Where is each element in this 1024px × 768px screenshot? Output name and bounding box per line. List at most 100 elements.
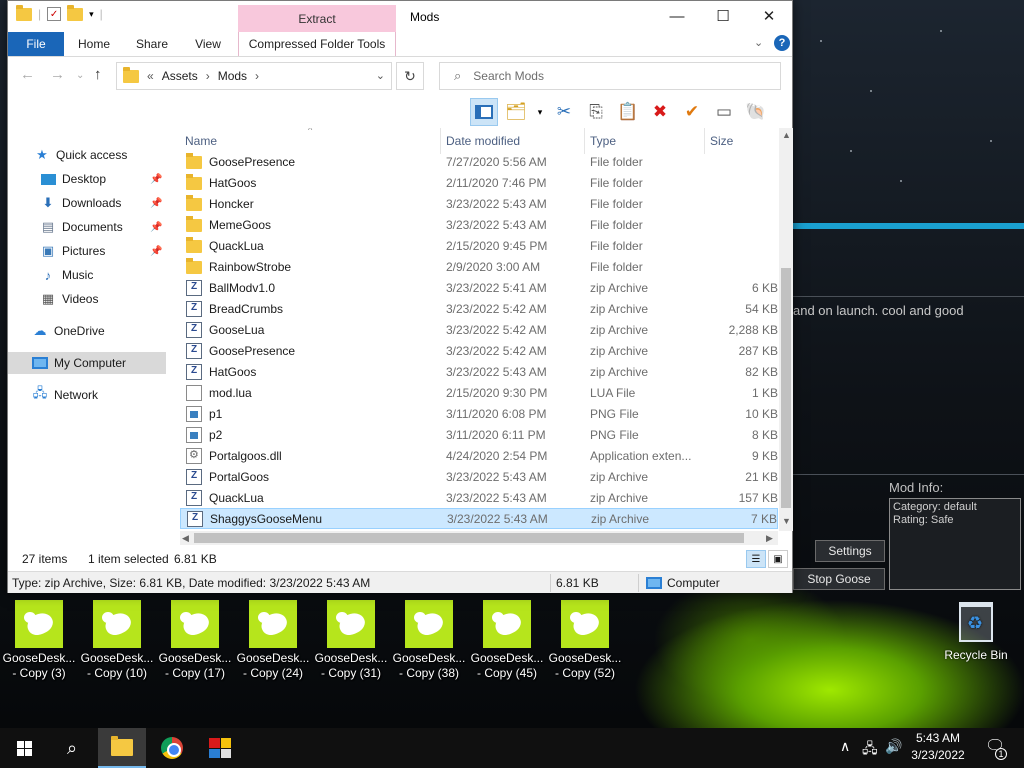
stop-goose-button[interactable]: Stop Goose bbox=[793, 568, 885, 590]
file-row[interactable]: p1 3/11/2020 6:08 PM PNG File 10 KB bbox=[180, 403, 778, 424]
recent-locations-icon[interactable]: ⌄ bbox=[76, 70, 84, 81]
address-dropdown-icon[interactable]: ⌄ bbox=[376, 69, 385, 82]
file-row[interactable]: RainbowStrobe 2/9/2020 3:00 AM File folder bbox=[180, 256, 778, 277]
settings-button[interactable]: Settings bbox=[815, 540, 885, 562]
breadcrumb-separator[interactable]: › bbox=[206, 69, 210, 83]
file-row[interactable]: GoosePresence 3/23/2022 5:42 AM zip Archiv… bbox=[180, 340, 778, 361]
file-row[interactable]: HatGoos 3/23/2022 5:43 AM zip Archive 82 KB bbox=[180, 361, 778, 382]
delete-icon[interactable]: ✖ bbox=[646, 98, 674, 126]
tab-home[interactable]: Home bbox=[68, 32, 120, 56]
breadcrumb-separator[interactable]: › bbox=[255, 69, 259, 83]
properties-icon[interactable]: 🗂 bbox=[502, 98, 530, 126]
file-row[interactable]: p2 3/11/2020 6:11 PM PNG File 8 KB bbox=[180, 424, 778, 445]
file-row[interactable]: GoosePresence 7/27/2020 5:56 AM File folde… bbox=[180, 151, 778, 172]
cut-icon[interactable]: ✂ bbox=[550, 98, 578, 126]
search-button[interactable]: ⌕ bbox=[48, 728, 96, 768]
desktop-icon-recycle-bin[interactable]: Recycle Bin bbox=[940, 602, 1012, 662]
file-row[interactable]: BallModv1.0 3/23/2022 5:41 AM zip Archive 6… bbox=[180, 277, 778, 298]
file-row[interactable]: QuackLua 3/23/2022 5:43 AM zip Archive 157 … bbox=[180, 487, 778, 508]
search-input[interactable]: Search Mods bbox=[473, 69, 544, 83]
file-row[interactable]: HatGoos 2/11/2020 7:46 PM File folder bbox=[180, 172, 778, 193]
show-hidden-icons[interactable]: ∧ bbox=[840, 738, 850, 755]
horizontal-scrollbar[interactable]: ◀ ▶ bbox=[180, 531, 778, 545]
copy-icon[interactable]: ⎘ bbox=[582, 98, 610, 126]
desktop-icon-goose-copy-17[interactable]: GooseDesk... - Copy (17) bbox=[156, 600, 234, 681]
address-bar[interactable]: « Assets › Mods › ⌄ bbox=[116, 62, 392, 90]
pin-icon[interactable]: 📌 bbox=[150, 222, 162, 233]
maximize-button[interactable]: ☐ bbox=[700, 1, 746, 31]
nav-documents[interactable]: ▤ Documents 📌 bbox=[8, 216, 168, 238]
desktop-icon-goose-copy-10[interactable]: GooseDesk... - Copy (10) bbox=[78, 600, 156, 681]
nav-videos[interactable]: ▦ Videos bbox=[8, 288, 168, 310]
forward-arrow-icon[interactable]: → bbox=[50, 66, 65, 83]
scroll-down-arrow[interactable]: ▼ bbox=[782, 516, 791, 526]
file-row[interactable]: Portalgoos.dll 4/24/2020 2:54 PM Applicati… bbox=[180, 445, 778, 466]
refresh-button[interactable]: ↻ bbox=[396, 62, 424, 90]
desktop-icon-goose-copy-3[interactable]: GooseDesk... - Copy (3) bbox=[0, 600, 78, 681]
up-arrow-icon[interactable]: ↑ bbox=[94, 66, 102, 83]
clock[interactable]: 5:43 AM 3/23/2022 bbox=[905, 730, 971, 764]
close-button[interactable]: ✕ bbox=[746, 1, 792, 31]
file-row[interactable]: BreadCrumbs 3/23/2022 5:42 AM zip Archive 5… bbox=[180, 298, 778, 319]
taskbar-chrome[interactable] bbox=[148, 728, 196, 768]
address-overflow-chevron[interactable]: « bbox=[147, 69, 154, 83]
ribbon-expand-icon[interactable]: ⌄ bbox=[754, 36, 763, 49]
file-row[interactable]: MemeGoos 3/23/2022 5:43 AM File folder bbox=[180, 214, 778, 235]
large-icons-view-icon[interactable]: ▣ bbox=[768, 550, 788, 568]
nav-onedrive[interactable]: ☁ OneDrive bbox=[8, 320, 168, 342]
back-arrow-icon[interactable]: ← bbox=[20, 66, 35, 83]
file-row[interactable]: mod.lua 2/15/2020 9:30 PM LUA File 1 KB bbox=[180, 382, 778, 403]
scroll-up-arrow[interactable]: ▲ bbox=[782, 130, 791, 140]
dropdown-arrow-icon[interactable]: ▾ bbox=[534, 98, 546, 126]
help-icon[interactable]: ? bbox=[774, 35, 790, 51]
scrollbar-thumb[interactable] bbox=[194, 533, 744, 543]
nav-network[interactable]: 🖧 Network bbox=[8, 384, 168, 406]
tab-share[interactable]: Share bbox=[128, 32, 176, 56]
new-folder-icon[interactable] bbox=[67, 4, 84, 21]
file-row[interactable]: Honcker 3/23/2022 5:43 AM File folder bbox=[180, 193, 778, 214]
file-row[interactable]: ShaggysGooseMenu 3/23/2022 5:43 AM zip Arc… bbox=[180, 508, 778, 529]
scroll-left-arrow[interactable]: ◀ bbox=[182, 533, 189, 544]
desktop-icon-goose-copy-38[interactable]: GooseDesk... - Copy (38) bbox=[390, 600, 468, 681]
search-box[interactable]: ⌕ Search Mods bbox=[439, 62, 781, 90]
pin-icon[interactable]: 📌 bbox=[150, 246, 162, 257]
start-button[interactable] bbox=[0, 728, 48, 768]
preview-pane-icon[interactable] bbox=[470, 98, 498, 126]
file-row[interactable]: PortalGoos 3/23/2022 5:43 AM zip Archive 21… bbox=[180, 466, 778, 487]
taskbar-app[interactable] bbox=[196, 728, 244, 768]
rename-icon[interactable]: ✔ bbox=[678, 98, 706, 126]
network-tray-icon[interactable]: 🖧 bbox=[862, 738, 878, 762]
customize-qat-icon[interactable]: ▾ bbox=[89, 9, 94, 20]
desktop-icon-goose-copy-31[interactable]: GooseDesk... - Copy (31) bbox=[312, 600, 390, 681]
nav-downloads[interactable]: ⬇ Downloads 📌 bbox=[8, 192, 168, 214]
taskbar-file-explorer[interactable] bbox=[98, 728, 146, 768]
nav-music[interactable]: ♪ Music bbox=[8, 264, 168, 286]
desktop-icon-goose-copy-24[interactable]: GooseDesk... - Copy (24) bbox=[234, 600, 312, 681]
tab-view[interactable]: View bbox=[184, 32, 232, 56]
tab-compressed-folder-tools[interactable]: Compressed Folder Tools bbox=[238, 32, 396, 56]
breadcrumb-mods[interactable]: Mods bbox=[218, 69, 247, 83]
vertical-scrollbar[interactable]: ▲ ▼ bbox=[779, 128, 793, 531]
volume-icon[interactable]: 🔊 bbox=[885, 738, 902, 755]
tab-file[interactable]: File bbox=[8, 32, 64, 56]
properties-icon[interactable]: ✓ bbox=[47, 7, 62, 21]
details-view-icon[interactable]: ☰ bbox=[746, 550, 766, 568]
nav-my-computer[interactable]: My Computer bbox=[8, 352, 166, 374]
desktop-icon-goose-copy-52[interactable]: GooseDesk... - Copy (52) bbox=[546, 600, 624, 681]
shell-icon[interactable]: 🐚 bbox=[742, 98, 770, 126]
scrollbar-thumb[interactable] bbox=[781, 268, 791, 508]
minimize-button[interactable]: — bbox=[654, 1, 700, 31]
scroll-right-arrow[interactable]: ▶ bbox=[766, 533, 773, 544]
file-row[interactable]: QuackLua 2/15/2020 9:45 PM File folder bbox=[180, 235, 778, 256]
nav-desktop[interactable]: Desktop 📌 bbox=[8, 168, 168, 190]
desktop-icon-goose-copy-45[interactable]: GooseDesk... - Copy (45) bbox=[468, 600, 546, 681]
select-all-icon[interactable]: ▭ bbox=[710, 98, 738, 126]
file-row[interactable]: GooseLua 3/23/2022 5:42 AM zip Archive 2,28… bbox=[180, 319, 778, 340]
breadcrumb-assets[interactable]: Assets bbox=[162, 69, 198, 83]
nav-quick-access[interactable]: ★ Quick access bbox=[8, 144, 168, 166]
pin-icon[interactable]: 📌 bbox=[150, 174, 162, 185]
extract-contextual-tab[interactable]: Extract bbox=[238, 5, 396, 32]
pin-icon[interactable]: 📌 bbox=[150, 198, 162, 209]
paste-icon[interactable]: 📋 bbox=[614, 98, 642, 126]
nav-pictures[interactable]: ▣ Pictures 📌 bbox=[8, 240, 168, 262]
